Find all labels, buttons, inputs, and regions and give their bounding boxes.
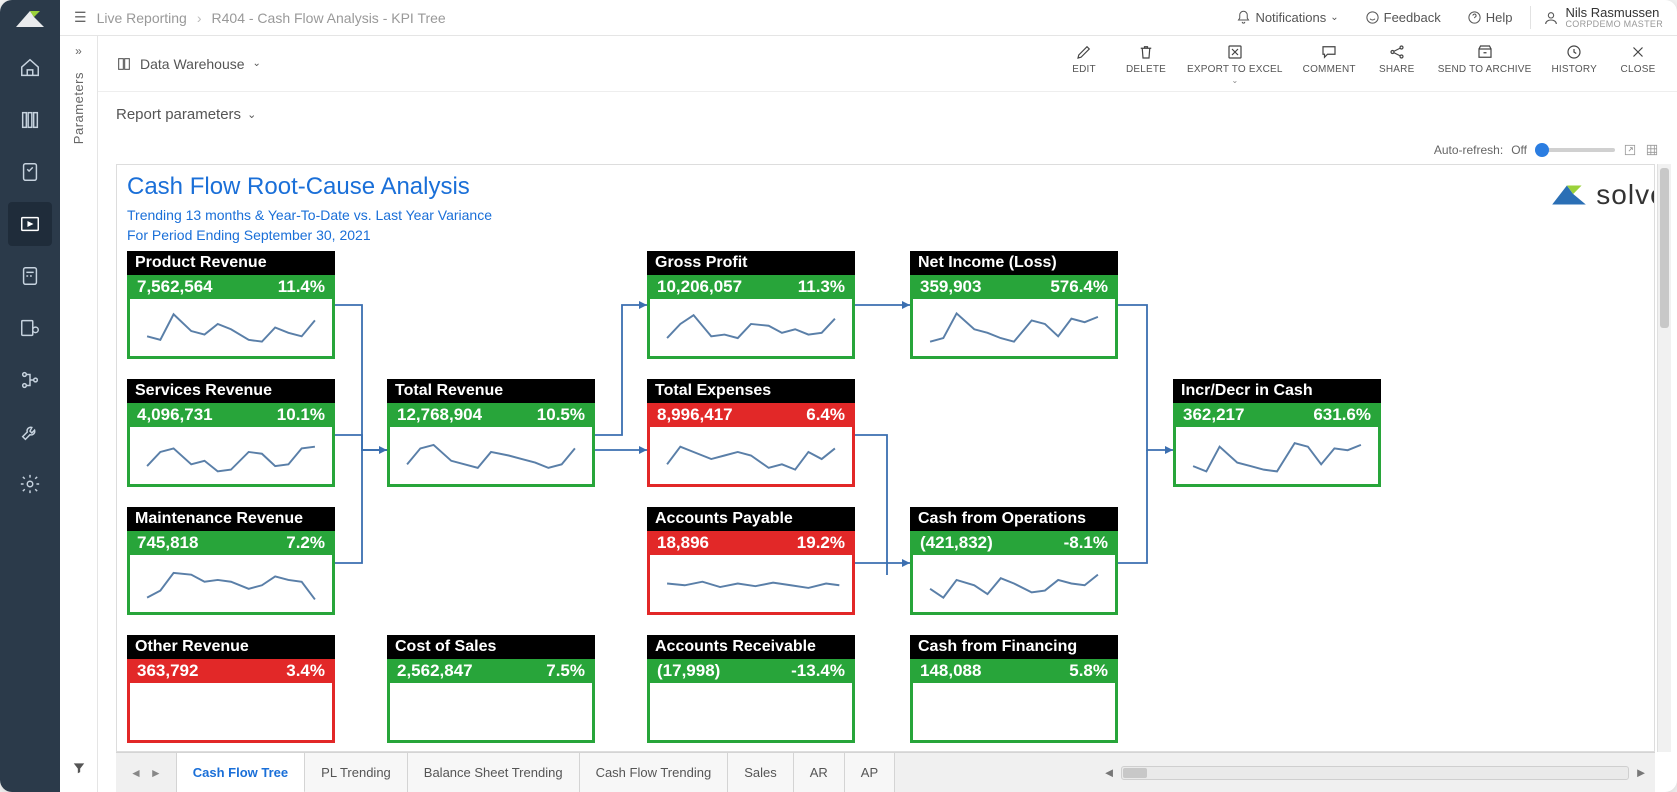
breadcrumb-page: R404 - Cash Flow Analysis - KPI Tree xyxy=(212,10,446,26)
database-icon xyxy=(116,56,132,72)
sparkline xyxy=(387,427,595,487)
user-role: CorpDemo Master xyxy=(1565,19,1663,29)
grid-icon[interactable] xyxy=(1645,143,1659,157)
sparkline xyxy=(647,555,855,615)
kpi-cash-financing[interactable]: Cash from Financing 148,0885.8% xyxy=(910,635,1118,743)
bell-icon xyxy=(1236,10,1251,25)
report-parameters-toggle[interactable]: Report parameters ⌄ xyxy=(98,92,1677,136)
sheet-tab[interactable]: AR xyxy=(794,753,845,792)
sparkline xyxy=(127,555,335,615)
sheet-tab[interactable]: Balance Sheet Trending xyxy=(408,753,580,792)
popout-icon[interactable] xyxy=(1623,143,1637,157)
share-button[interactable]: SHARE xyxy=(1376,43,1418,85)
export-excel-button[interactable]: EXPORT TO EXCEL⌄ xyxy=(1187,43,1283,85)
sheet-tab[interactable]: Cash Flow Tree xyxy=(177,753,305,792)
user-name: Nils Rasmussen xyxy=(1565,6,1663,19)
sparkline xyxy=(127,427,335,487)
kpi-other-revenue[interactable]: Other Revenue 363,7923.4% xyxy=(127,635,335,743)
horizontal-scrollbar[interactable]: ◄► xyxy=(1095,753,1655,792)
help-icon xyxy=(1467,10,1482,25)
sheet-tab[interactable]: AP xyxy=(845,753,895,792)
sheet-nav-arrows[interactable]: ◄► xyxy=(116,753,177,792)
close-button[interactable]: CLOSE xyxy=(1617,43,1659,85)
chevron-down-icon: ⌄ xyxy=(247,108,256,121)
breadcrumb-root[interactable]: Live Reporting xyxy=(97,10,187,26)
sheet-tab[interactable]: PL Trending xyxy=(305,753,408,792)
nav-reports[interactable] xyxy=(8,202,52,246)
kpi-net-income[interactable]: Net Income (Loss) 359,903576.4% xyxy=(910,251,1118,359)
menu-toggle-icon[interactable]: ☰ xyxy=(74,9,87,26)
report-canvas: Cash Flow Root-Cause Analysis Trending 1… xyxy=(116,164,1655,752)
chevron-down-icon: ⌄ xyxy=(253,58,261,69)
kpi-incr-decr-cash[interactable]: Incr/Decr in Cash 362,217631.6% xyxy=(1173,379,1381,487)
help-link[interactable]: Help xyxy=(1459,10,1521,25)
kpi-cost-of-sales[interactable]: Cost of Sales 2,562,8477.5% xyxy=(387,635,595,743)
kpi-services-revenue[interactable]: Services Revenue 4,096,73110.1% xyxy=(127,379,335,487)
sheet-tab-bar: ◄► Cash Flow Tree PL Trending Balance Sh… xyxy=(116,752,1655,792)
nav-home[interactable] xyxy=(8,46,52,90)
sparkline xyxy=(387,683,595,743)
report-parameters-label: Report parameters xyxy=(116,106,241,123)
data-source-dropdown[interactable]: Data Warehouse ⌄ xyxy=(116,56,261,72)
kpi-maintenance-revenue[interactable]: Maintenance Revenue 745,8187.2% xyxy=(127,507,335,615)
auto-refresh-state: Off xyxy=(1511,143,1527,157)
auto-refresh-label: Auto-refresh: xyxy=(1434,143,1503,157)
kpi-total-expenses[interactable]: Total Expenses 8,996,4176.4% xyxy=(647,379,855,487)
sparkline xyxy=(647,427,855,487)
archive-button[interactable]: SEND TO ARCHIVE xyxy=(1438,43,1532,85)
nav-workflow[interactable] xyxy=(8,358,52,402)
sparkline xyxy=(647,683,855,743)
sparkline xyxy=(1173,427,1381,487)
sparkline xyxy=(910,683,1118,743)
user-icon xyxy=(1543,10,1559,26)
left-nav-rail xyxy=(0,0,60,792)
app-logo-icon xyxy=(10,6,50,32)
nav-library[interactable] xyxy=(8,98,52,142)
notifications-menu[interactable]: Notifications ⌄ xyxy=(1228,10,1346,25)
help-label: Help xyxy=(1486,10,1513,25)
nav-settings[interactable] xyxy=(8,462,52,506)
report-toolbar: Data Warehouse ⌄ EDIT DELETE EXPORT TO E… xyxy=(98,36,1677,92)
auto-refresh-row: Auto-refresh: Off xyxy=(98,136,1677,164)
breadcrumb-sep: › xyxy=(197,10,202,26)
kpi-total-revenue[interactable]: Total Revenue 12,768,90410.5% xyxy=(387,379,595,487)
nav-tasks[interactable] xyxy=(8,150,52,194)
comment-button[interactable]: COMMENT xyxy=(1303,43,1356,85)
sparkline xyxy=(647,299,855,359)
feedback-link[interactable]: Feedback xyxy=(1357,10,1449,25)
sparkline xyxy=(910,299,1118,359)
nav-tools[interactable] xyxy=(8,410,52,454)
kpi-gross-profit[interactable]: Gross Profit 10,206,05711.3% xyxy=(647,251,855,359)
parameters-label: Parameters xyxy=(71,72,86,144)
sheet-tab[interactable]: Cash Flow Trending xyxy=(580,753,729,792)
top-header: ☰ Live Reporting › R404 - Cash Flow Anal… xyxy=(60,0,1677,36)
kpi-connectors xyxy=(117,165,1655,752)
kpi-accounts-receivable[interactable]: Accounts Receivable (17,998)-13.4% xyxy=(647,635,855,743)
filter-icon[interactable] xyxy=(72,761,86,780)
chevron-down-icon: ⌄ xyxy=(1330,12,1338,23)
auto-refresh-slider[interactable] xyxy=(1535,148,1615,152)
nav-users[interactable] xyxy=(8,306,52,350)
smile-icon xyxy=(1365,10,1380,25)
sheet-tab[interactable]: Sales xyxy=(728,753,794,792)
delete-button[interactable]: DELETE xyxy=(1125,43,1167,85)
kpi-accounts-payable[interactable]: Accounts Payable 18,89619.2% xyxy=(647,507,855,615)
edit-button[interactable]: EDIT xyxy=(1063,43,1105,85)
sparkline xyxy=(910,555,1118,615)
data-source-label: Data Warehouse xyxy=(140,56,245,72)
feedback-label: Feedback xyxy=(1384,10,1441,25)
expand-params-icon[interactable]: » xyxy=(75,44,82,58)
sparkline xyxy=(127,683,335,743)
kpi-cash-operations[interactable]: Cash from Operations (421,832)-8.1% xyxy=(910,507,1118,615)
chevron-down-icon: ⌄ xyxy=(1231,76,1238,85)
parameters-panel-collapsed: » Parameters xyxy=(60,36,98,792)
sparkline xyxy=(127,299,335,359)
vertical-scrollbar[interactable] xyxy=(1657,164,1671,752)
notifications-label: Notifications xyxy=(1255,10,1326,25)
nav-calculator[interactable] xyxy=(8,254,52,298)
history-button[interactable]: HISTORY xyxy=(1552,43,1598,85)
user-menu[interactable]: Nils Rasmussen CorpDemo Master xyxy=(1530,6,1663,29)
kpi-product-revenue[interactable]: Product Revenue 7,562,56411.4% xyxy=(127,251,335,359)
